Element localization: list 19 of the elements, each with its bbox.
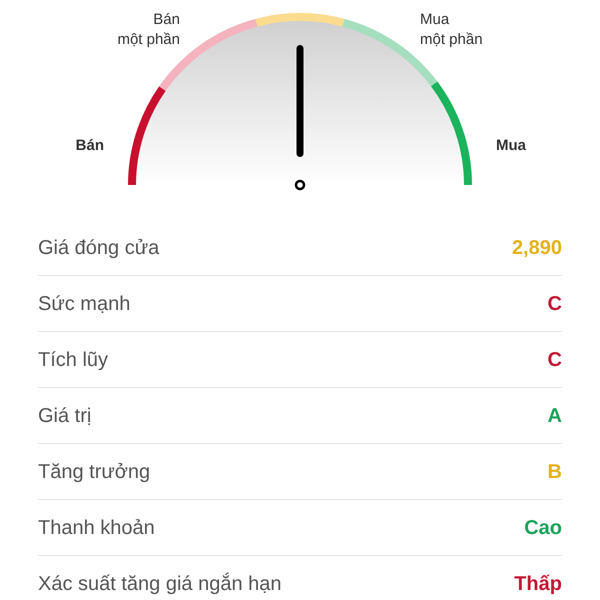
row-label: Sức mạnh <box>38 292 130 316</box>
needle-pivot <box>294 180 306 190</box>
row-label: Xác suất tăng giá ngắn hạn <box>38 572 282 597</box>
row-value: 2,890 <box>512 236 562 260</box>
gauge-label: Mua một phần <box>420 11 483 48</box>
gauge-label: Bán một phần <box>117 11 180 48</box>
row-label: Giá trị <box>38 404 92 428</box>
row-value: C <box>548 348 562 372</box>
row-value: C <box>548 292 562 316</box>
row-label: Giá đóng cửa <box>38 236 160 260</box>
row-value: Thấp <box>514 572 562 597</box>
row-label: Thanh khoản <box>38 516 155 540</box>
row-label: Tích lũy <box>38 348 108 372</box>
gauge-label: Mua <box>496 137 526 154</box>
gauge-label: Bán <box>76 137 104 154</box>
row-value: Cao <box>524 516 562 540</box>
row-value: A <box>548 404 562 428</box>
row-label: Tăng trưởng <box>38 460 150 484</box>
row-value: B <box>548 460 562 484</box>
